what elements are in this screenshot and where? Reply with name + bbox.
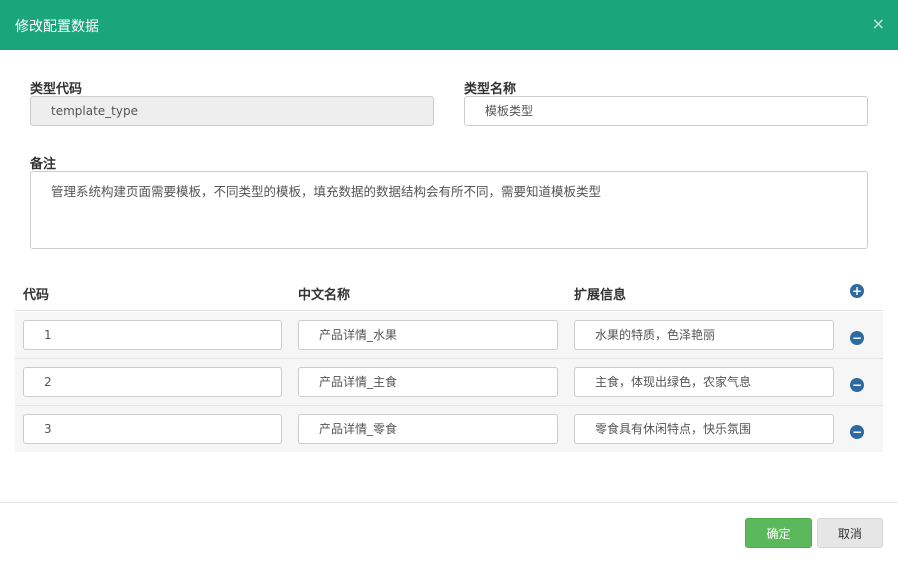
remove-row-icon[interactable]: − <box>850 425 864 439</box>
type-name-label: 类型名称 <box>464 82 517 97</box>
row-cn-name-input[interactable]: 产品详情_主食 <box>298 367 558 397</box>
table-divider <box>15 310 883 311</box>
row-cn-name-input[interactable]: 产品详情_水果 <box>298 320 558 350</box>
remove-row-icon[interactable]: − <box>850 378 864 392</box>
column-header-ext-info: 扩展信息 <box>574 288 627 303</box>
row-ext-info-input[interactable]: 主食，体现出绿色，农家气息 <box>574 367 834 397</box>
row-ext-info-input[interactable]: 零食具有休闲特点，快乐氛围 <box>574 414 834 444</box>
column-header-cn-name: 中文名称 <box>298 288 351 303</box>
type-name-input[interactable]: 模板类型 <box>464 96 868 126</box>
cancel-button[interactable]: 取消 <box>817 518 883 548</box>
close-icon[interactable]: × <box>872 14 885 34</box>
dialog-title: 修改配置数据 <box>15 19 99 35</box>
row-ext-info-input[interactable]: 水果的特质，色泽艳丽 <box>574 320 834 350</box>
remove-row-icon[interactable]: − <box>850 331 864 345</box>
column-header-code: 代码 <box>23 288 50 303</box>
row-code-input[interactable]: 1 <box>23 320 282 350</box>
remark-textarea[interactable]: 管理系统构建页面需要模板，不同类型的模板，填充数据的数据结构会有所不同，需要知道… <box>30 171 868 249</box>
ok-button[interactable]: 确定 <box>745 518 812 548</box>
row-code-input[interactable]: 3 <box>23 414 282 444</box>
type-code-label: 类型代码 <box>30 82 83 97</box>
remark-label: 备注 <box>30 157 57 172</box>
row-cn-name-input[interactable]: 产品详情_零食 <box>298 414 558 444</box>
type-code-input[interactable]: template_type <box>30 96 434 126</box>
dialog-header: 修改配置数据 × <box>0 0 898 50</box>
row-code-input[interactable]: 2 <box>23 367 282 397</box>
footer-divider <box>0 502 898 503</box>
add-row-icon[interactable]: + <box>850 284 864 298</box>
